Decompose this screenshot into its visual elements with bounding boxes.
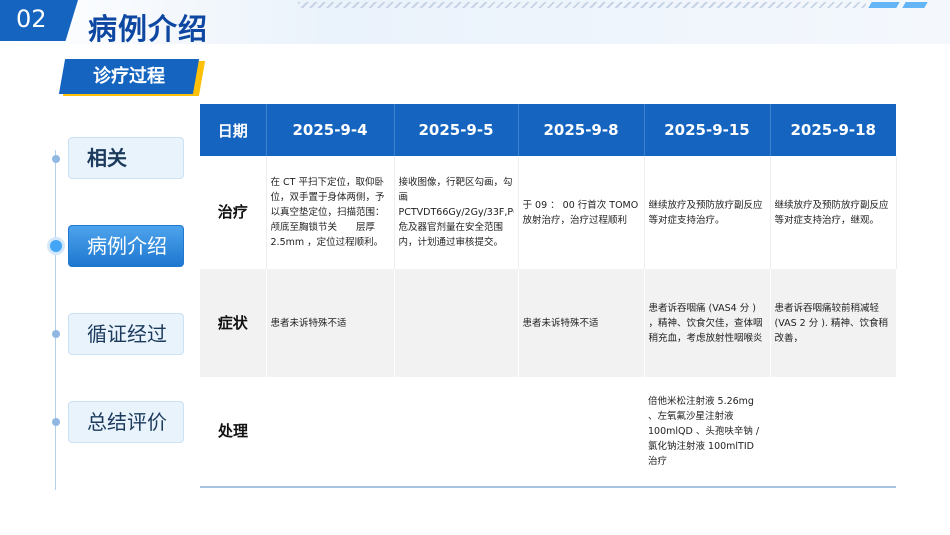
section-number: 02: [16, 5, 47, 33]
table-cell: 继续放疗及预防放疗副反应等对症支持治疗。: [644, 156, 771, 269]
row-label: 治疗: [200, 156, 267, 269]
table-row: 治疗 在 CT 平扫下定位，取仰卧位，双手置于身体两侧，予以真空垫定位，扫描范围…: [200, 156, 897, 269]
cell-text: 继续放疗及预防放疗副反应等对症支持治疗，继观。: [774, 199, 889, 226]
nav-dot-active: [50, 240, 62, 252]
column-header: 2025-9-18: [770, 104, 896, 156]
slide: 02 病例介绍 诊疗过程 相关 病例介绍 循证经过 总结评价 日期 2025-9…: [0, 0, 950, 535]
nav-item-case-intro[interactable]: 病例介绍: [68, 225, 184, 267]
table-cell: 于 09 ： 00 行首次 TOMO 放射治疗，治疗过程顺利: [518, 156, 645, 269]
nav-dot: [52, 418, 60, 426]
table-row: 处理 倍他米松注射液 5.26mg 、左氧氟沙星注射液 100mlQD 、头孢呋…: [200, 377, 896, 488]
cell-text: 在 CT 平扫下定位，取仰卧位，双手置于身体两侧，予以真空垫定位，扫描范围：颅底…: [270, 177, 385, 248]
cell-text: 接收图像，行靶区勾画，勾画 PCTVDT66Gy/2Gy/33F,PCTVnDT…: [398, 177, 514, 248]
header-hatch-decoration: [298, 2, 866, 8]
row-label: 处理: [200, 377, 266, 488]
nav-item-related[interactable]: 相关: [68, 137, 184, 179]
table-cell: [394, 269, 519, 377]
nav-dot: [52, 330, 60, 338]
row-label: 症状: [200, 269, 267, 377]
header-stripe-decoration: [902, 2, 928, 8]
column-header: 日期: [200, 104, 267, 156]
page-title: 病例介绍: [88, 12, 209, 46]
table-cell: 继续放疗及预防放疗副反应等对症支持治疗，继观。: [770, 156, 897, 269]
nav-timeline-line: [55, 150, 56, 490]
nav-item-summary[interactable]: 总结评价: [68, 401, 184, 443]
cell-text: 于 09 ： 00 行首次 TOMO 放射治疗，治疗过程顺利: [522, 199, 639, 226]
column-header: 2025-9-15: [644, 104, 771, 156]
cell-text: 继续放疗及预防放疗副反应等对症支持治疗。: [648, 199, 763, 226]
column-header: 2025-9-5: [394, 104, 519, 156]
cell-text: 患者未诉特殊不适: [522, 317, 599, 329]
table-cell: [770, 377, 896, 488]
table-cell: 患者未诉特殊不适: [266, 269, 395, 377]
table-cell: 患者诉吞咽痛 (VAS4 分 ) ，精神、饮食欠佳，查体咽稍充血，考虑放射性咽喉…: [644, 269, 771, 377]
table-cell: 倍他米松注射液 5.26mg 、左氧氟沙星注射液 100mlQD 、头孢呋辛钠 …: [644, 377, 770, 488]
column-header: 2025-9-8: [518, 104, 645, 156]
table-cell: [518, 377, 644, 488]
table-row: 症状 患者未诉特殊不适 患者未诉特殊不适 患者诉吞咽痛 (VAS4 分 ) ，精…: [200, 269, 897, 377]
section-label: 诊疗过程: [93, 66, 165, 87]
table-cell: [266, 377, 394, 488]
table-cell: 接收图像，行靶区勾画，勾画 PCTVDT66Gy/2Gy/33F,PCTVnDT…: [394, 156, 519, 269]
treatment-process-table: 日期 2025-9-4 2025-9-5 2025-9-8 2025-9-15 …: [200, 104, 897, 488]
table-header-row: 日期 2025-9-4 2025-9-5 2025-9-8 2025-9-15 …: [200, 104, 896, 156]
header-stripe-decoration: [868, 2, 900, 8]
nav-item-evidence[interactable]: 循证经过: [68, 313, 184, 355]
table-cell: 患者未诉特殊不适: [518, 269, 645, 377]
section-number-badge: 02: [0, 0, 78, 41]
column-header: 2025-9-4: [266, 104, 395, 156]
cell-text: 患者诉吞咽痛 (VAS4 分 ) ，精神、饮食欠佳，查体咽稍充血，考虑放射性咽喉…: [648, 302, 763, 344]
table-cell: 在 CT 平扫下定位，取仰卧位，双手置于身体两侧，予以真空垫定位，扫描范围：颅底…: [266, 156, 395, 269]
cell-text: 倍他米松注射液 5.26mg 、左氧氟沙星注射液 100mlQD 、头孢呋辛钠 …: [648, 396, 760, 467]
cell-text: 患者未诉特殊不适: [270, 317, 347, 329]
table-cell: 患者诉吞咽痛较前稍减轻 (VAS 2 分 ). 精神、饮食稍改善，: [770, 269, 897, 377]
table-cell: [394, 377, 518, 488]
nav-dot: [52, 155, 60, 163]
cell-text: 患者诉吞咽痛较前稍减轻 (VAS 2 分 ). 精神、饮食稍改善，: [774, 302, 888, 344]
